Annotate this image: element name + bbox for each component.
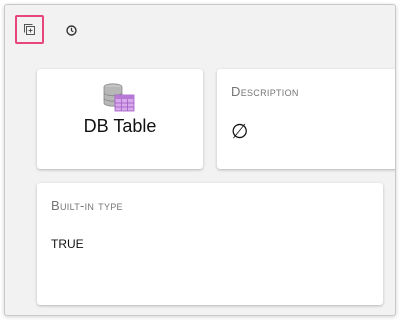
builtin-type-value: TRUE bbox=[51, 237, 84, 251]
description-card: Description ∅ bbox=[217, 69, 395, 169]
add-square-icon bbox=[24, 24, 35, 35]
database-table-icon bbox=[103, 83, 135, 112]
type-card: DB Table bbox=[37, 69, 203, 169]
builtin-type-card: Built-in type TRUE bbox=[37, 183, 383, 305]
description-heading: Description bbox=[231, 84, 299, 99]
history-button[interactable] bbox=[61, 20, 81, 40]
type-name: DB Table bbox=[83, 116, 157, 136]
clock-icon bbox=[65, 24, 77, 36]
description-value: ∅ bbox=[231, 121, 249, 143]
add-button[interactable] bbox=[15, 15, 44, 44]
window-frame: DB Table Description ∅ Built-in type TRU… bbox=[4, 4, 396, 316]
builtin-type-heading: Built-in type bbox=[51, 198, 123, 213]
